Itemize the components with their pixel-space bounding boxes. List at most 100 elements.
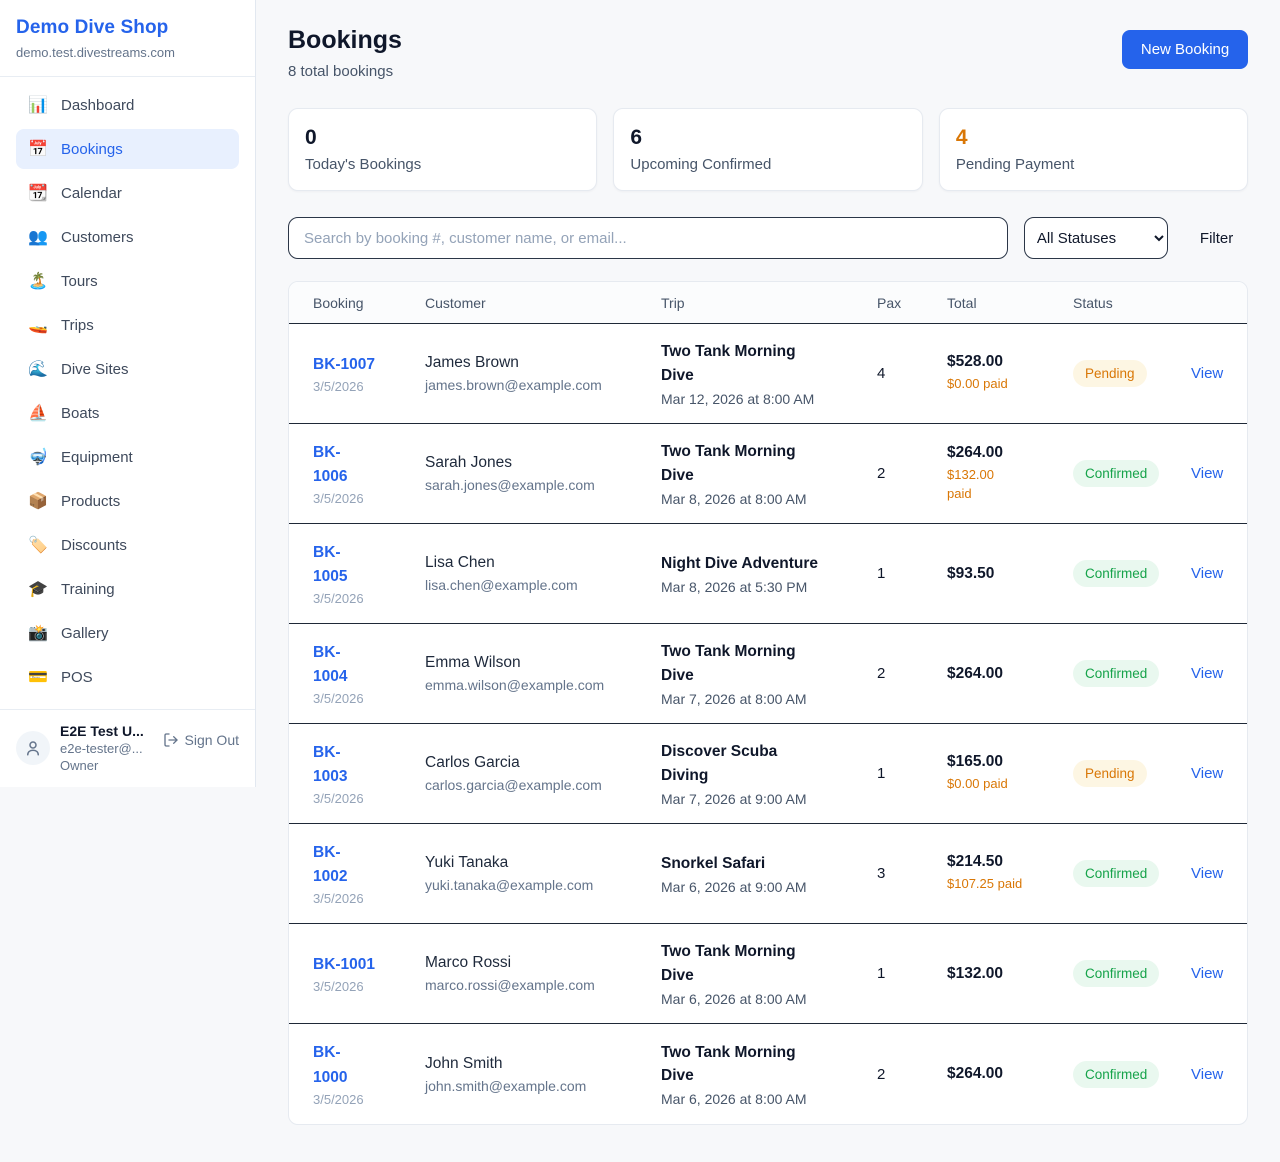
- sidebar-item-products[interactable]: 📦 Products: [16, 481, 239, 521]
- status-cell: Confirmed: [1073, 560, 1191, 587]
- trip-title: Two Tank MorningDive: [661, 640, 877, 687]
- sidebar-item-customers[interactable]: 👥 Customers: [16, 217, 239, 257]
- stat-value: 0: [305, 126, 580, 150]
- person-icon: [24, 739, 42, 757]
- table-row: BK-1002 3/5/2026 Yuki Tanaka yuki.tanaka…: [289, 824, 1247, 924]
- status-badge: Confirmed: [1073, 960, 1159, 987]
- booking-cell: BK-1007 3/5/2026: [313, 353, 425, 394]
- view-link[interactable]: View: [1191, 665, 1223, 682]
- nav-item-label: Calendar: [61, 185, 122, 202]
- nav-item-icon: 🌊: [28, 359, 48, 379]
- total-cell: $165.00 $0.00 paid: [947, 753, 1073, 794]
- sidebar-item-dive-sites[interactable]: 🌊 Dive Sites: [16, 349, 239, 389]
- sidebar-item-tours[interactable]: 🏝️ Tours: [16, 261, 239, 301]
- view-link[interactable]: View: [1191, 965, 1223, 982]
- view-link[interactable]: View: [1191, 565, 1223, 582]
- view-link[interactable]: View: [1191, 765, 1223, 782]
- nav-item-label: Equipment: [61, 449, 133, 466]
- trip-datetime: Mar 8, 2026 at 5:30 PM: [661, 579, 877, 595]
- trip-datetime: Mar 7, 2026 at 9:00 AM: [661, 791, 877, 807]
- sidebar-item-discounts[interactable]: 🏷️ Discounts: [16, 525, 239, 565]
- booking-id-link[interactable]: BK-1007: [313, 353, 425, 377]
- trip-title: Night Dive Adventure: [661, 552, 877, 575]
- booking-id-link[interactable]: BK-1004: [313, 641, 425, 689]
- view-link[interactable]: View: [1191, 865, 1223, 882]
- table-row: BK-1000 3/5/2026 John Smith john.smith@e…: [289, 1024, 1247, 1124]
- search-input[interactable]: [288, 217, 1008, 259]
- booking-id-link[interactable]: BK-1005: [313, 541, 425, 589]
- page-title-block: Bookings 8 total bookings: [288, 26, 402, 80]
- table-row: BK-1004 3/5/2026 Emma Wilson emma.wilson…: [289, 624, 1247, 724]
- paid-amount: $0.00 paid: [947, 375, 1073, 394]
- trip-title: Snorkel Safari: [661, 852, 877, 875]
- stat-label: Today's Bookings: [305, 156, 580, 173]
- customer-cell: James Brown james.brown@example.com: [425, 354, 661, 393]
- filter-button[interactable]: Filter: [1185, 230, 1248, 247]
- trip-cell: Two Tank MorningDive Mar 8, 2026 at 8:00…: [661, 440, 877, 507]
- col-header-customer: Customer: [425, 295, 661, 311]
- total-cell: $214.50 $107.25 paid: [947, 853, 1073, 894]
- status-cell: Confirmed: [1073, 960, 1191, 987]
- col-header-status: Status: [1073, 295, 1191, 311]
- booking-id-link[interactable]: BK-1006: [313, 441, 425, 489]
- trip-datetime: Mar 6, 2026 at 9:00 AM: [661, 879, 877, 895]
- customer-name: Sarah Jones: [425, 454, 661, 472]
- stat-card: 0 Today's Bookings: [288, 108, 597, 191]
- booking-date: 3/5/2026: [313, 891, 425, 906]
- sidebar-item-trips[interactable]: 🚤 Trips: [16, 305, 239, 345]
- user-meta: E2E Test U... e2e-tester@... Owner: [60, 723, 153, 773]
- view-link[interactable]: View: [1191, 1066, 1223, 1083]
- customer-email: carlos.garcia@example.com: [425, 777, 661, 793]
- sidebar-item-training[interactable]: 🎓 Training: [16, 569, 239, 609]
- shop-domain: demo.test.divestreams.com: [16, 45, 239, 60]
- user-box: E2E Test U... e2e-tester@... Owner Sign …: [0, 709, 255, 787]
- total-amount: $214.50: [947, 853, 1073, 871]
- booking-id-link[interactable]: BK-1000: [313, 1041, 425, 1089]
- booking-id-link[interactable]: BK-1003: [313, 741, 425, 789]
- trip-cell: Discover ScubaDiving Mar 7, 2026 at 9:00…: [661, 740, 877, 807]
- view-link[interactable]: View: [1191, 365, 1223, 382]
- status-badge: Confirmed: [1073, 460, 1159, 487]
- customer-email: marco.rossi@example.com: [425, 977, 661, 993]
- status-badge: Confirmed: [1073, 660, 1159, 687]
- nav-item-label: Boats: [61, 405, 99, 422]
- sidebar-item-calendar[interactable]: 📆 Calendar: [16, 173, 239, 213]
- sidebar-item-boats[interactable]: ⛵ Boats: [16, 393, 239, 433]
- total-amount: $264.00: [947, 444, 1073, 462]
- booking-date: 3/5/2026: [313, 791, 425, 806]
- booking-cell: BK-1002 3/5/2026: [313, 841, 425, 906]
- booking-id-link[interactable]: BK-1002: [313, 841, 425, 889]
- booking-cell: BK-1006 3/5/2026: [313, 441, 425, 506]
- customer-name: James Brown: [425, 354, 661, 372]
- trip-cell: Night Dive Adventure Mar 8, 2026 at 5:30…: [661, 552, 877, 595]
- booking-id-link[interactable]: BK-1001: [313, 953, 425, 977]
- new-booking-button[interactable]: New Booking: [1122, 30, 1248, 69]
- customer-cell: Lisa Chen lisa.chen@example.com: [425, 554, 661, 593]
- table-body: BK-1007 3/5/2026 James Brown james.brown…: [289, 324, 1247, 1124]
- booking-date: 3/5/2026: [313, 591, 425, 606]
- nav-item-label: Products: [61, 493, 120, 510]
- sign-out-icon: [163, 732, 179, 748]
- trip-cell: Two Tank MorningDive Mar 6, 2026 at 8:00…: [661, 940, 877, 1007]
- customer-cell: Carlos Garcia carlos.garcia@example.com: [425, 754, 661, 793]
- sign-out-button[interactable]: Sign Out: [163, 732, 239, 748]
- trip-title: Two Tank MorningDive: [661, 940, 877, 987]
- nav-item-label: Training: [61, 581, 115, 598]
- trip-cell: Two Tank MorningDive Mar 7, 2026 at 8:00…: [661, 640, 877, 707]
- total-cell: $264.00: [947, 665, 1073, 683]
- brand-block: Demo Dive Shop demo.test.divestreams.com: [0, 0, 255, 77]
- sidebar-item-gallery[interactable]: 📸 Gallery: [16, 613, 239, 653]
- nav-item-label: POS: [61, 669, 93, 686]
- total-amount: $165.00: [947, 753, 1073, 771]
- avatar: [16, 731, 50, 765]
- sidebar-item-dashboard[interactable]: 📊 Dashboard: [16, 85, 239, 125]
- nav-item-label: Dashboard: [61, 97, 134, 114]
- sidebar-item-bookings[interactable]: 📅 Bookings: [16, 129, 239, 169]
- sidebar-item-pos[interactable]: 💳 POS: [16, 657, 239, 697]
- trip-title: Two Tank MorningDive: [661, 440, 877, 487]
- status-filter-select[interactable]: All Statuses: [1024, 217, 1168, 259]
- view-link[interactable]: View: [1191, 465, 1223, 482]
- col-header-trip: Trip: [661, 295, 877, 311]
- nav-item-label: Tours: [61, 273, 98, 290]
- sidebar-item-equipment[interactable]: 🤿 Equipment: [16, 437, 239, 477]
